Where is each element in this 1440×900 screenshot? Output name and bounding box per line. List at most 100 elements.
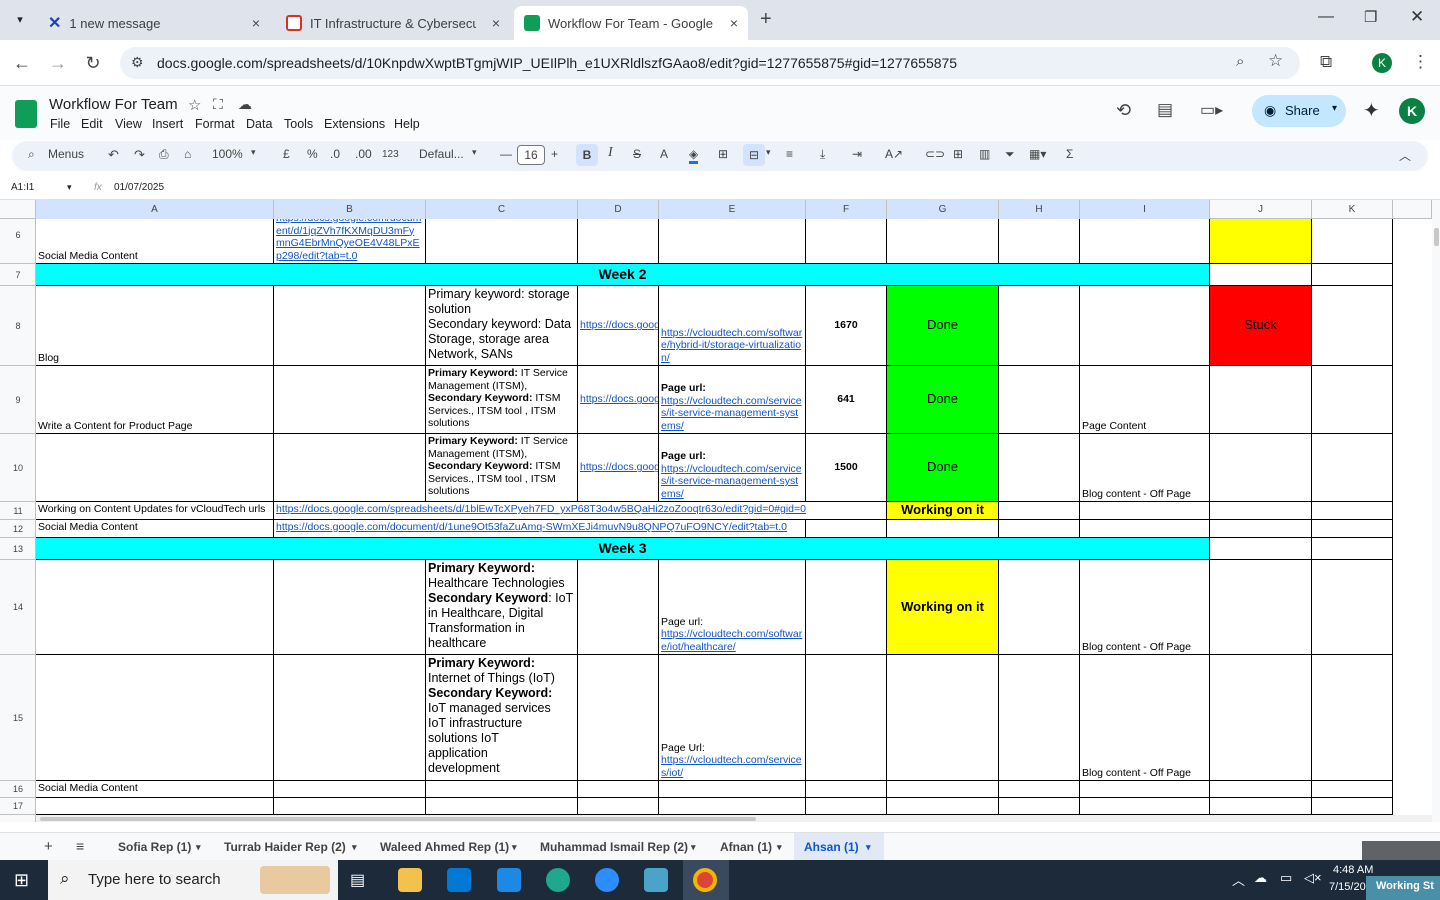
table-cell[interactable] bbox=[1312, 781, 1393, 798]
font-size-input[interactable]: 16 bbox=[517, 145, 545, 165]
table-cell[interactable] bbox=[999, 366, 1080, 434]
chevron-down-icon[interactable]: ▾ bbox=[251, 147, 256, 158]
week-header[interactable]: Week 2 bbox=[36, 264, 1210, 286]
table-cell[interactable] bbox=[659, 798, 806, 815]
table-cell[interactable] bbox=[426, 219, 578, 264]
chevron-down-icon[interactable]: ▾ bbox=[352, 842, 357, 853]
table-cell[interactable]: Page url: https://vcloudtech.com/service… bbox=[659, 366, 806, 434]
table-cell[interactable] bbox=[999, 560, 1080, 655]
menu-help[interactable]: Help bbox=[394, 117, 420, 131]
star-icon[interactable]: ☆ bbox=[188, 96, 201, 114]
table-cell[interactable] bbox=[999, 286, 1080, 366]
table-cell[interactable] bbox=[806, 798, 887, 815]
table-cell[interactable]: Page Content bbox=[1080, 366, 1210, 434]
chevron-down-icon[interactable]: ▾ bbox=[691, 842, 696, 853]
print-icon[interactable]: ⎙ bbox=[159, 147, 169, 162]
forward-icon[interactable]: → bbox=[45, 50, 71, 76]
chevron-down-icon[interactable]: ▾ bbox=[196, 842, 201, 853]
all-sheets-icon[interactable]: ≡ bbox=[76, 838, 84, 854]
explore-panel-button[interactable] bbox=[1362, 841, 1440, 861]
table-cell[interactable] bbox=[1312, 434, 1393, 502]
menu-file[interactable]: File bbox=[50, 117, 70, 131]
table-cell[interactable] bbox=[578, 798, 659, 815]
table-cell[interactable] bbox=[1080, 798, 1210, 815]
close-icon[interactable]: × bbox=[730, 15, 738, 31]
table-cell[interactable] bbox=[1080, 219, 1210, 264]
table-cell[interactable]: https://vcloudtech.com/software/hybrid-i… bbox=[659, 286, 806, 366]
column-header[interactable]: G bbox=[887, 200, 999, 219]
tab-search-icon[interactable]: ▾ bbox=[10, 10, 30, 30]
table-cell[interactable] bbox=[887, 798, 999, 815]
table-cell[interactable] bbox=[806, 781, 887, 798]
table-cell[interactable] bbox=[887, 655, 999, 781]
clock-time[interactable]: 4:48 AM bbox=[1333, 864, 1373, 876]
keyword-cell[interactable]: Primary Keyword: Healthcare Technologies… bbox=[426, 560, 578, 655]
merge-cells-icon[interactable]: ⊟ bbox=[743, 144, 765, 166]
word-count-cell[interactable]: 1670 bbox=[806, 286, 887, 366]
row-header[interactable]: 14 bbox=[0, 560, 36, 655]
file-explorer-icon[interactable] bbox=[398, 868, 422, 892]
table-cell[interactable] bbox=[1210, 560, 1312, 655]
menu-view[interactable]: View bbox=[115, 117, 142, 131]
page-link[interactable]: https://vcloudtech.com/services/it-servi… bbox=[661, 395, 803, 433]
comments-icon[interactable]: ▤ bbox=[1157, 100, 1173, 120]
column-header[interactable]: A bbox=[36, 200, 274, 219]
gemini-icon[interactable]: ✦ bbox=[1363, 98, 1380, 123]
select-all-corner[interactable] bbox=[0, 200, 36, 219]
edge-icon[interactable] bbox=[546, 868, 570, 892]
browser-tab-messages[interactable]: ✕ 1 new message × bbox=[38, 6, 270, 40]
menu-insert[interactable]: Insert bbox=[152, 117, 183, 131]
status-cell[interactable]: Working on it bbox=[887, 560, 999, 655]
table-cell[interactable] bbox=[1312, 798, 1393, 815]
strikethrough-button[interactable]: S bbox=[633, 147, 641, 161]
table-cell[interactable] bbox=[1312, 655, 1393, 781]
week-header[interactable]: Week 3 bbox=[36, 538, 1210, 560]
column-header[interactable]: F bbox=[806, 200, 887, 219]
page-link[interactable]: https://vcloudtech.com/software/hybrid-i… bbox=[661, 327, 803, 365]
mail-icon[interactable] bbox=[497, 868, 521, 892]
formula-input[interactable]: 01/07/2025 bbox=[114, 182, 164, 193]
notification-toast[interactable]: Working St bbox=[1366, 876, 1440, 900]
link-icon[interactable]: ⊂⊃ bbox=[925, 147, 945, 161]
status-cell[interactable]: Done bbox=[887, 286, 999, 366]
table-cell[interactable]: https://docs.google.com/document/d/1une9… bbox=[274, 520, 806, 538]
profile-avatar[interactable]: K bbox=[1372, 53, 1392, 73]
table-cell[interactable] bbox=[274, 781, 426, 798]
undo-icon[interactable]: ↶ bbox=[108, 147, 119, 163]
table-cell[interactable]: Blog content - Off Page bbox=[1080, 655, 1210, 781]
doc-link[interactable]: https://docs.google.com/document/d/1une9… bbox=[276, 521, 787, 533]
table-cell[interactable] bbox=[999, 655, 1080, 781]
column-header[interactable]: D bbox=[578, 200, 659, 219]
filter-views-icon[interactable]: ▦▾ bbox=[1029, 147, 1046, 161]
row-header[interactable]: 11 bbox=[0, 502, 36, 520]
table-cell[interactable] bbox=[887, 219, 999, 264]
row-header[interactable]: 8 bbox=[0, 286, 36, 366]
table-cell[interactable] bbox=[999, 520, 1080, 538]
currency-button[interactable]: £ bbox=[283, 147, 290, 161]
taskbar-search[interactable]: ⌕ Type here to search bbox=[48, 860, 338, 900]
version-history-icon[interactable]: ⟲ bbox=[1116, 100, 1131, 121]
table-cell[interactable] bbox=[1210, 655, 1312, 781]
table-cell[interactable] bbox=[806, 520, 887, 538]
word-count-cell[interactable]: 641 bbox=[806, 366, 887, 434]
chevron-down-icon[interactable]: ▾ bbox=[472, 147, 477, 158]
sheet-tab[interactable]: Muhammad Ismail Rep (2) bbox=[540, 840, 688, 854]
minimize-icon[interactable]: — bbox=[1318, 8, 1334, 26]
table-cell[interactable] bbox=[36, 655, 274, 781]
table-cell[interactable] bbox=[1210, 366, 1312, 434]
app-icon[interactable] bbox=[644, 868, 668, 892]
table-cell[interactable] bbox=[887, 781, 999, 798]
table-cell[interactable] bbox=[274, 434, 426, 502]
table-cell[interactable]: Blog bbox=[36, 286, 274, 366]
italic-button[interactable]: I bbox=[608, 145, 613, 161]
restore-icon[interactable]: ❐ bbox=[1364, 8, 1377, 26]
table-cell[interactable] bbox=[36, 434, 274, 502]
back-icon[interactable]: ← bbox=[9, 50, 35, 76]
table-cell[interactable] bbox=[999, 781, 1080, 798]
cloud-status-icon[interactable]: ☁ bbox=[238, 96, 252, 113]
row-header[interactable]: 12 bbox=[0, 520, 36, 538]
font-size-decrease-icon[interactable]: — bbox=[500, 147, 512, 161]
table-cell[interactable] bbox=[1312, 286, 1393, 366]
comment-icon[interactable]: ⊞ bbox=[953, 147, 963, 161]
table-cell[interactable] bbox=[1312, 520, 1393, 538]
